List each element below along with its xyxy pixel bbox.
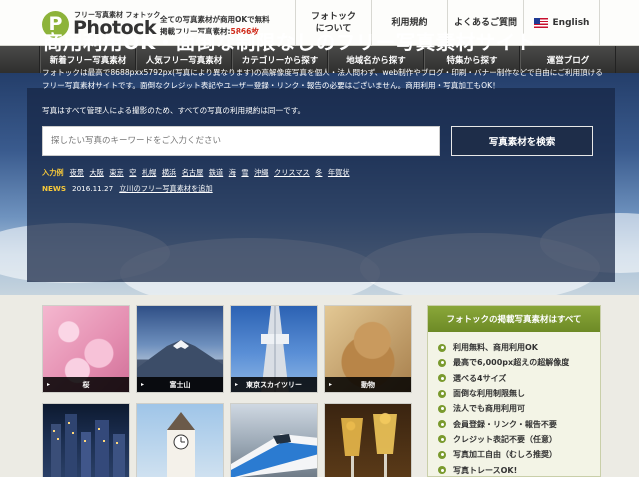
examples-label: 入力例 <box>42 168 64 177</box>
example-keyword[interactable]: クリスマス <box>274 168 310 177</box>
bullet-icon <box>438 435 446 444</box>
bullet-icon <box>438 343 446 352</box>
search-button[interactable]: 写真素材を検索 <box>451 126 593 156</box>
example-keyword[interactable]: 年賀状 <box>328 168 350 177</box>
nav-spacer-left <box>0 46 40 73</box>
example-keyword[interactable]: 横浜 <box>162 168 176 177</box>
feature-item: 法人でも商用利用可 <box>438 401 600 416</box>
feature-item: 選べる4サイズ <box>438 371 600 386</box>
search-input[interactable] <box>42 126 440 156</box>
thumb-caption: 東京スカイツリー <box>231 377 317 392</box>
feature-item: 最高で6,000px超えの超解像度 <box>438 355 600 370</box>
search-examples: 入力例 夜景 大阪 東京空札幌 横浜 名古屋 鉄道海雪沖縄 クリスマス冬年賀状 <box>42 168 355 178</box>
example-keyword[interactable]: 冬 <box>315 168 322 177</box>
thumb-night-city[interactable] <box>42 403 130 477</box>
example-keyword[interactable]: 夜景 <box>70 168 84 177</box>
feature-item: 写真トレースOK! <box>438 462 600 477</box>
bullet-icon <box>438 389 446 398</box>
news-line: NEWS 2016.11.27 立川のフリー写真素材を追加 <box>42 184 213 194</box>
bullet-icon <box>438 374 446 383</box>
news-label: NEWS <box>42 184 67 193</box>
hero-description: フォトックは最高で8688pxx5792px(写真により異なります)の高解像度写… <box>42 68 603 90</box>
feature-item: 写真加工自由（むしろ推奨） <box>438 447 600 462</box>
example-keyword[interactable]: 名古屋 <box>182 168 204 177</box>
example-keyword[interactable]: 札幌 <box>142 168 156 177</box>
example-keyword[interactable]: 大阪 <box>89 168 103 177</box>
hero-title: 商用利用OK・面倒な制限なしのフリー写真素材サイト <box>43 31 536 54</box>
thumb-skytree[interactable]: 東京スカイツリー <box>230 305 318 393</box>
sidebar-title: フォトックの掲載写真素材はすべて <box>428 306 600 332</box>
thumb-animal[interactable]: 動物 <box>324 305 412 393</box>
example-keyword[interactable]: 海 <box>229 168 236 177</box>
thumb-sakura[interactable]: 桜 <box>42 305 130 393</box>
example-keyword[interactable]: 鉄道 <box>209 168 223 177</box>
feature-item: クレジット表記不要（任意） <box>438 432 600 447</box>
thumb-mt-fuji[interactable]: 富士山 <box>136 305 224 393</box>
bullet-icon <box>438 450 446 459</box>
example-keyword[interactable]: 空 <box>129 168 136 177</box>
features-sidebar: フォトックの掲載写真素材はすべて 利用無料、商用利用OK 最高で6,000px超… <box>427 305 601 477</box>
features-list: 利用無料、商用利用OK 最高で6,000px超えの超解像度 選べる4サイズ 面倒… <box>428 332 600 477</box>
feature-item: 面倒な利用制限無し <box>438 386 600 401</box>
thumb-caption: 富士山 <box>137 377 223 392</box>
glasses-shape <box>341 414 397 477</box>
feature-item: 利用無料、商用利用OK <box>438 340 600 355</box>
thumb-train[interactable] <box>230 403 318 477</box>
thumb-caption: 動物 <box>325 377 411 392</box>
example-keyword[interactable]: 沖縄 <box>254 168 268 177</box>
train-shape <box>231 434 317 477</box>
city-shape <box>51 414 125 477</box>
bullet-icon <box>438 420 446 429</box>
example-keyword[interactable]: 雪 <box>241 168 248 177</box>
news-date: 2016.11.27 <box>72 184 114 193</box>
bullet-icon <box>438 404 446 413</box>
thumb-caption: 桜 <box>43 377 129 392</box>
example-keyword[interactable]: 東京 <box>109 168 123 177</box>
tagline: 全ての写真素材が商用OKで無料 <box>160 15 270 24</box>
feature-item: 会員登録・リンク・報告不要 <box>438 416 600 431</box>
bullet-icon <box>438 466 446 475</box>
thumb-clock-tower[interactable] <box>136 403 224 477</box>
hero-description-2: 写真はすべて管理人による撮影のため、すべての写真の利用規約は同一です。 <box>42 106 306 115</box>
news-link[interactable]: 立川のフリー写真素材を追加 <box>119 184 212 193</box>
clock-tower-shape <box>167 412 195 477</box>
thumb-champagne[interactable] <box>324 403 412 477</box>
bullet-icon <box>438 358 446 367</box>
english-link-label: English <box>552 18 590 28</box>
